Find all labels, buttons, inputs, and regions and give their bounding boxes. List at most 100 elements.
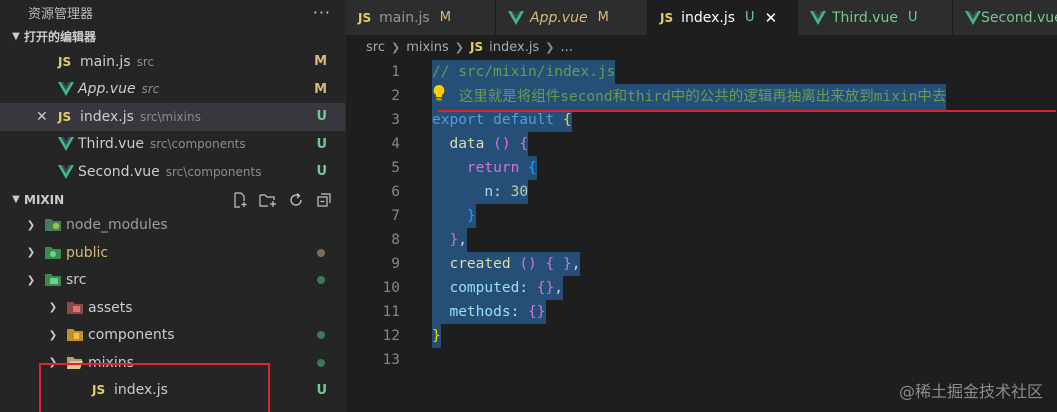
collapse-all-icon[interactable] (315, 191, 333, 209)
explorer-title: 资源管理器 (28, 6, 94, 22)
code-line-5: 5 return { (346, 156, 1057, 180)
folder-name: mixins (88, 354, 134, 371)
tab-label: App.vue (530, 9, 588, 26)
open-editors-section[interactable]: ▼ 打开的编辑器 (0, 24, 345, 48)
tab-label: Third.vue (832, 9, 898, 26)
untracked-dot (317, 276, 325, 285)
folder-open-icon (66, 356, 88, 370)
vue-file-icon (58, 137, 78, 152)
tab-label: index.js (681, 9, 736, 26)
vue-file-icon (508, 10, 530, 25)
public-folder-icon (44, 246, 66, 260)
js-file-icon: JS (92, 383, 106, 398)
open-editor-item-main-js[interactable]: JS main.js src M (0, 48, 345, 76)
code-line-10: 10 computed: {}, (346, 276, 1057, 300)
tab-third-vue[interactable]: Third.vue U (798, 0, 953, 35)
keyword-default: default (493, 112, 555, 128)
open-editor-item-third-vue[interactable]: Third.vue src\components U (0, 131, 345, 159)
chevron-down-icon: ❯ (48, 357, 58, 369)
file-name: index.js (80, 108, 134, 125)
file-name: Third.vue (78, 136, 144, 153)
code-line-11: 11 methods: {} (346, 300, 1057, 324)
folder-name: assets (88, 299, 133, 316)
tree-item-components[interactable]: ❯ components (0, 322, 345, 350)
file-path: src (136, 54, 155, 69)
refresh-icon[interactable] (287, 191, 305, 209)
tree-item-public[interactable]: ❯ public (0, 239, 345, 267)
open-editor-item-app-vue[interactable]: App.vue src M (0, 76, 345, 104)
code-line-1: 1 // src/mixin/index.js (346, 60, 1057, 84)
breadcrumb-item-src[interactable]: src (366, 40, 385, 55)
vue-file-icon (58, 164, 78, 179)
explorer-header: 资源管理器 ··· (0, 0, 345, 24)
file-name: main.js (80, 53, 131, 70)
code-line-9: 9 created () { }, (346, 252, 1057, 276)
project-label: MIXIN (24, 192, 65, 207)
line-number: 3 (391, 112, 400, 128)
chevron-down-icon: ▼ (12, 30, 20, 42)
code-comment-line: 这里就是将组件second和third中的公共的逻辑再抽离出来放到mixin中去 (432, 84, 947, 110)
line-number: 1 (391, 64, 400, 80)
open-editor-item-second-vue[interactable]: Second.vue src\components U (0, 158, 345, 186)
tab-app-vue[interactable]: App.vue M (496, 0, 648, 35)
vue-file-icon (810, 10, 832, 25)
git-status-badge: U (316, 109, 327, 125)
red-underline-annotation (438, 110, 1056, 112)
open-editor-item-index-js[interactable]: ✕ JS index.js src\mixins U (0, 103, 345, 131)
tree-item-src[interactable]: ❯ src (0, 267, 345, 295)
new-folder-icon[interactable] (259, 191, 277, 209)
file-name: Second.vue (78, 163, 160, 180)
keyword-export: export (432, 112, 485, 128)
explorer-actions (231, 191, 333, 209)
git-status-badge: M (597, 10, 609, 25)
project-section[interactable]: ▼ MIXIN (0, 188, 345, 212)
number-value: 30 (510, 184, 529, 200)
breadcrumb-item-mixins[interactable]: mixins (406, 40, 449, 55)
tab-main-js[interactable]: JS main.js M (346, 0, 496, 35)
more-actions-icon[interactable]: ··· (313, 3, 331, 22)
tree-item-node-modules[interactable]: ❯ node_modules (0, 212, 345, 240)
close-icon[interactable]: ✕ (765, 9, 778, 27)
chevron-right-icon: ❯ (48, 329, 58, 341)
node-folder-icon (44, 218, 66, 232)
line-number: 4 (391, 136, 400, 152)
folder-name: public (66, 244, 109, 261)
file-path: src\components (165, 164, 262, 179)
breadcrumb-item-index-js[interactable]: index.js (489, 40, 539, 55)
tab-index-js[interactable]: JS index.js U ✕ (648, 0, 798, 35)
code-line-7: 7 } (346, 204, 1057, 228)
line-number: 9 (391, 256, 400, 272)
new-file-icon[interactable] (231, 191, 249, 209)
js-file-icon: JS (58, 109, 72, 124)
file-name: index.js (114, 382, 168, 399)
tree-item-assets[interactable]: ❯ assets (0, 294, 345, 322)
code-line-2: 2 这里就是将组件second和third中的公共的逻辑再抽离出来放到mixin… (346, 84, 1057, 110)
chevron-right-icon: ❯ (390, 40, 401, 54)
git-status-badge: M (314, 54, 327, 70)
untracked-dot (317, 358, 325, 367)
git-status-badge: M (439, 10, 451, 25)
file-path: src (141, 82, 160, 97)
tab-second-vue[interactable]: Second.vue (953, 0, 1057, 35)
editor-tabs: JS main.js M App.vue M JS index.js U ✕ T… (346, 0, 1057, 35)
close-icon[interactable]: ✕ (36, 109, 48, 125)
tree-item-index-js[interactable]: JS index.js U (0, 377, 345, 405)
src-folder-icon (44, 273, 66, 287)
chevron-right-icon: ❯ (48, 302, 58, 314)
breadcrumb-item-symbols[interactable]: ... (560, 40, 572, 55)
code-line-13: 13 (346, 348, 1057, 372)
line-number: 13 (382, 352, 400, 368)
tree-item-mixins[interactable]: ❯ mixins (0, 349, 345, 377)
chevron-right-icon: ❯ (545, 40, 555, 54)
code-comment: 这里就是将组件second和third中的公共的逻辑再抽离出来放到mixin中去 (450, 89, 947, 105)
line-number: 11 (382, 304, 400, 320)
property-methods: methods (449, 304, 511, 320)
file-name: App.vue (78, 81, 136, 98)
lightbulb-icon[interactable] (432, 84, 450, 110)
method-data: data (449, 136, 485, 152)
assets-folder-icon (66, 301, 88, 315)
file-path: src\components (149, 137, 246, 152)
property-n: n (484, 184, 494, 200)
code-line-6: 6 n: 30 (346, 180, 1057, 204)
chevron-right-icon: ❯ (454, 40, 465, 54)
